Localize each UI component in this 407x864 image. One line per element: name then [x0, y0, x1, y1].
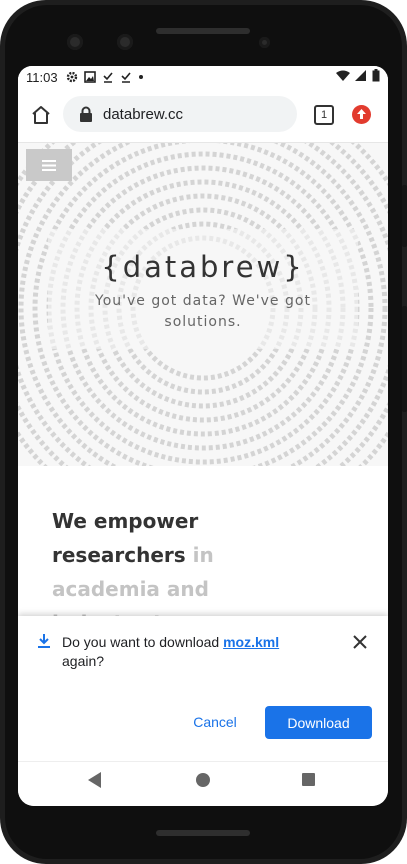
- image-icon: [83, 71, 96, 83]
- download-prompt-prefix: Do you want to download: [62, 634, 224, 650]
- close-icon[interactable]: [352, 634, 368, 650]
- download-prompt-suffix: again?: [62, 653, 105, 669]
- tagline: We empower researchers in academia and i…: [52, 504, 222, 616]
- front-camera-icon: [117, 34, 133, 50]
- phone-frame: 11:03 databrew.cc 1 {databrew} You've go…: [0, 0, 407, 864]
- volume-button: [402, 306, 407, 412]
- sensor-icon: [259, 37, 270, 48]
- status-bar: 11:03: [18, 66, 388, 88]
- dot-icon: [138, 75, 143, 79]
- battery-icon: [372, 69, 380, 82]
- home-icon[interactable]: [30, 104, 52, 126]
- download-done-icon: [103, 72, 113, 83]
- site-subtitle: You've got data? We've got solutions.: [95, 293, 311, 330]
- update-available-button[interactable]: [352, 105, 371, 124]
- tab-switcher-button[interactable]: 1: [314, 105, 334, 125]
- notification-icons: [66, 71, 144, 83]
- content-section: We empower researchers in academia and i…: [18, 466, 388, 616]
- settings-icon: [66, 71, 77, 83]
- bottom-speaker: [156, 830, 250, 836]
- home-nav-icon[interactable]: [196, 773, 210, 787]
- hero-section: {databrew} You've got data? We've got so…: [18, 143, 388, 466]
- download-done-icon: [121, 72, 131, 83]
- back-icon[interactable]: [88, 772, 101, 788]
- download-icon: [38, 634, 50, 648]
- arrow-up-icon: [357, 109, 366, 119]
- hamburger-menu-button[interactable]: [26, 149, 72, 181]
- address-bar[interactable]: databrew.cc: [63, 96, 297, 132]
- status-time: 11:03: [26, 69, 58, 85]
- cancel-button[interactable]: Cancel: [178, 705, 252, 739]
- power-button: [402, 185, 407, 247]
- browser-toolbar: databrew.cc 1: [18, 88, 388, 143]
- signal-icon: [355, 69, 366, 81]
- download-prompt-sheet: Do you want to download moz.kml again? C…: [18, 616, 388, 761]
- site-title: {databrew}: [101, 250, 305, 284]
- system-nav-bar: [18, 761, 388, 806]
- system-icons: [336, 69, 380, 82]
- download-button[interactable]: Download: [265, 706, 372, 739]
- lock-icon: [80, 106, 92, 122]
- tagline-dark: We empower researchers: [52, 509, 199, 567]
- download-filename-link[interactable]: moz.kml: [223, 634, 279, 650]
- wifi-icon: [336, 70, 350, 81]
- earpiece-speaker: [156, 28, 250, 34]
- front-camera-icon: [67, 34, 83, 50]
- url-text: databrew.cc: [103, 105, 184, 123]
- screen: 11:03 databrew.cc 1 {databrew} You've go…: [18, 66, 388, 806]
- menu-icon: [42, 159, 56, 171]
- download-prompt-text: Do you want to download moz.kml again?: [62, 633, 322, 671]
- recents-icon[interactable]: [302, 773, 315, 786]
